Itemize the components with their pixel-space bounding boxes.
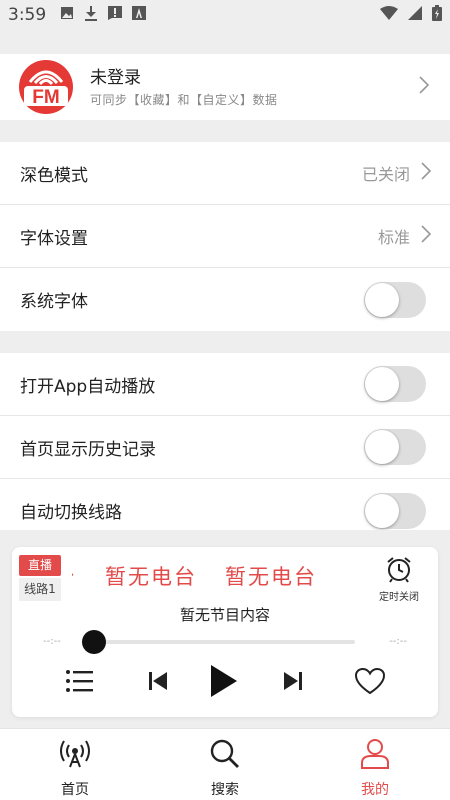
dark-mode-value: 已关闭 xyxy=(361,165,410,184)
auto-switch-label: 自动切换线路 xyxy=(20,503,122,523)
user-profile-icon xyxy=(359,739,391,773)
program-title: 暂无节目内容 xyxy=(179,606,270,624)
display-settings-group: 深色模式 已关闭 字体设置 标准 系统字体 xyxy=(0,142,450,331)
font-setting-row[interactable]: 字体设置 标准 xyxy=(0,205,450,268)
sleep-timer-label: 定时关闭 xyxy=(379,592,419,603)
dark-mode-label: 深色模式 xyxy=(20,165,88,186)
nav-search[interactable]: 搜索 xyxy=(150,729,300,800)
seek-handle[interactable] xyxy=(82,630,106,654)
battery-icon xyxy=(432,4,442,26)
toggle-knob xyxy=(365,493,399,528)
section-gap xyxy=(0,30,450,54)
history-toggle[interactable] xyxy=(364,429,426,465)
system-font-toggle[interactable] xyxy=(364,281,426,318)
nav-home[interactable]: 首页 xyxy=(0,729,150,800)
station-name: 暂无电台 xyxy=(105,565,197,589)
font-setting-value: 标准 xyxy=(377,228,410,247)
login-row[interactable]: FM 未登录 可同步【收藏】和【自定义】数据 xyxy=(0,54,450,120)
login-status-title: 未登录 xyxy=(90,67,141,88)
font-setting-label: 字体设置 xyxy=(20,228,88,249)
elapsed-time: --:-- xyxy=(43,636,61,647)
toggle-knob xyxy=(365,282,399,317)
sleep-timer-button[interactable]: 定时关闭 xyxy=(376,555,422,603)
wifi-icon xyxy=(380,5,398,25)
radio-antenna-icon xyxy=(59,739,91,773)
search-icon xyxy=(209,739,241,773)
toggle-knob xyxy=(365,430,399,464)
dark-mode-row[interactable]: 深色模式 已关闭 xyxy=(0,142,450,205)
status-bar: 3:59 xyxy=(0,0,450,30)
history-row: 首页显示历史记录 xyxy=(0,416,450,479)
marquee-fragment: 台 xyxy=(72,565,77,589)
logo-text: FM xyxy=(32,87,59,108)
signal-icon xyxy=(408,5,422,25)
total-time: --:-- xyxy=(389,636,407,647)
section-gap xyxy=(0,331,450,353)
app-logo: FM xyxy=(19,60,73,114)
chevron-right-icon xyxy=(420,161,432,185)
auto-switch-toggle[interactable] xyxy=(364,492,426,529)
status-time: 3:59 xyxy=(8,5,47,25)
playlist-icon[interactable] xyxy=(65,667,95,699)
system-font-row: 系统字体 xyxy=(0,268,450,331)
toggle-knob xyxy=(365,367,399,401)
mini-player: 直播 线路1 台 暂无电台 暂无电台 定时关闭 暂无节目内容 --:-- --:-- xyxy=(12,547,438,717)
chevron-right-icon xyxy=(420,224,432,248)
seek-bar[interactable] xyxy=(82,640,355,644)
alarm-clock-icon xyxy=(385,557,413,587)
download-notification-icon xyxy=(84,5,98,26)
autoplay-toggle[interactable] xyxy=(364,366,426,402)
previous-icon[interactable] xyxy=(147,667,169,699)
nav-home-label: 首页 xyxy=(61,782,89,798)
bottom-navigation: 首页 搜索 我的 xyxy=(0,728,450,800)
station-marquee: 台 暂无电台 暂无电台 xyxy=(72,561,372,595)
live-badge: 直播 xyxy=(19,555,61,576)
playback-settings-group: 打开App自动播放 首页显示历史记录 自动切换线路 xyxy=(0,353,450,542)
station-name: 暂无电台 xyxy=(225,565,317,589)
nav-mine[interactable]: 我的 xyxy=(300,729,450,800)
chevron-right-icon xyxy=(418,75,430,99)
autoplay-row: 打开App自动播放 xyxy=(0,353,450,416)
system-font-label: 系统字体 xyxy=(20,292,88,312)
autoplay-label: 打开App自动播放 xyxy=(20,376,156,397)
login-sync-hint: 可同步【收藏】和【自定义】数据 xyxy=(90,92,278,107)
line-selector[interactable]: 线路1 xyxy=(19,578,61,601)
alert-notification-icon xyxy=(108,5,123,25)
history-label: 首页显示历史记录 xyxy=(20,439,156,460)
font-notification-icon xyxy=(132,5,147,25)
section-gap xyxy=(0,120,450,142)
nav-mine-label: 我的 xyxy=(361,782,389,798)
play-icon[interactable] xyxy=(208,663,240,703)
heart-icon[interactable] xyxy=(354,667,386,699)
next-icon[interactable] xyxy=(282,667,304,699)
image-notification-icon xyxy=(60,5,74,25)
nav-search-label: 搜索 xyxy=(211,782,239,798)
